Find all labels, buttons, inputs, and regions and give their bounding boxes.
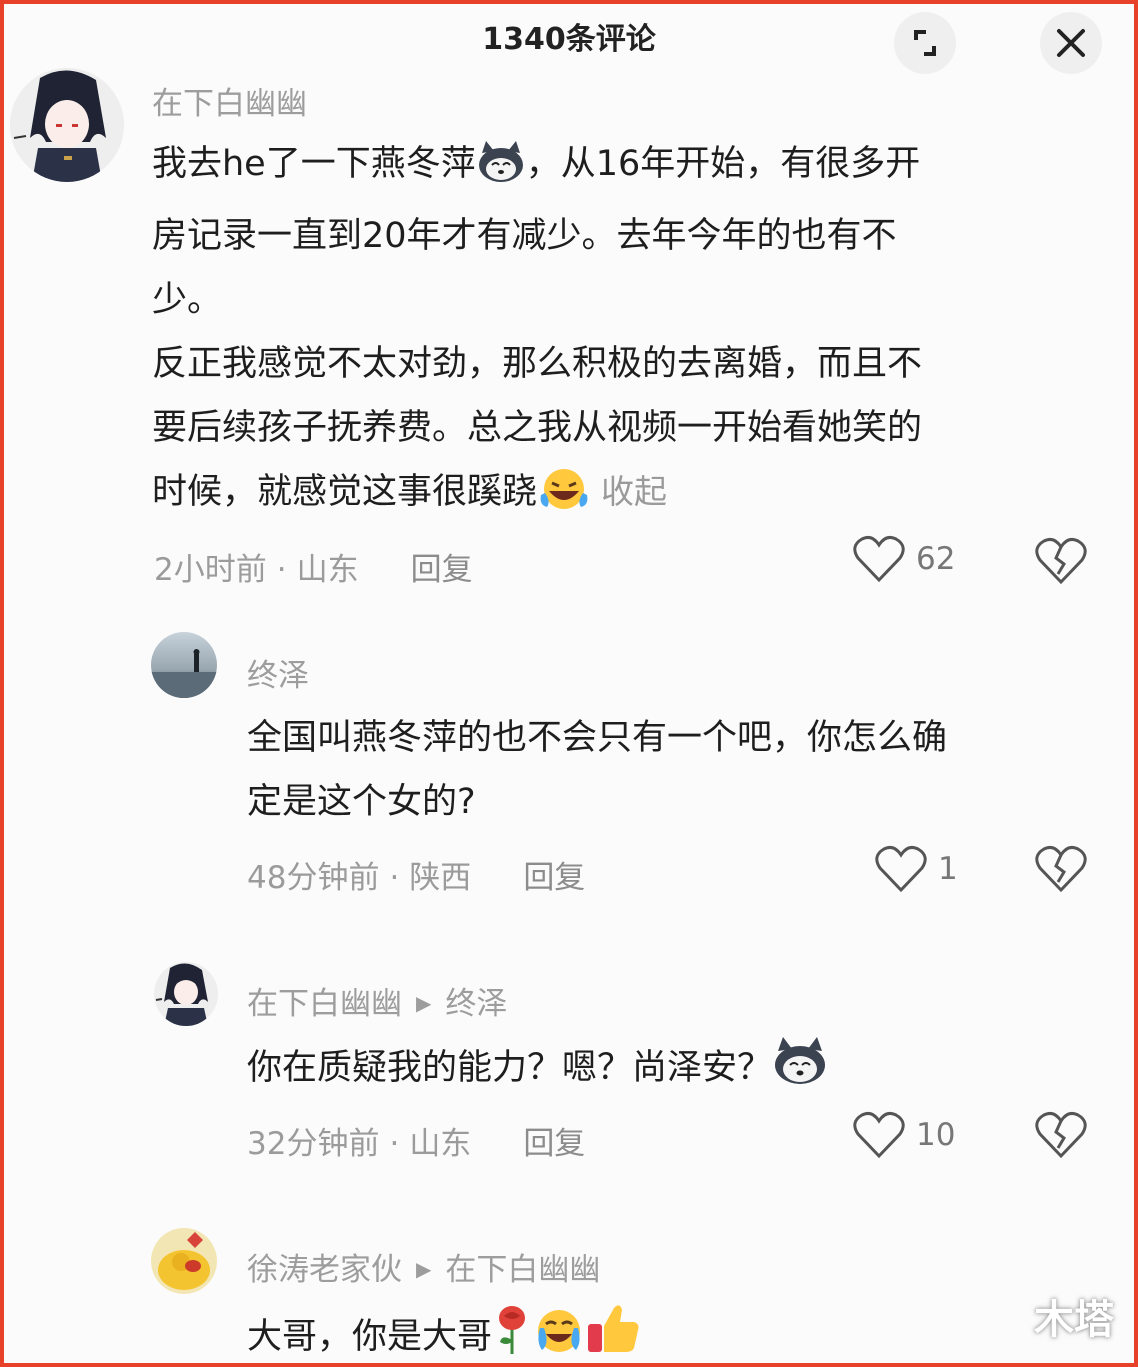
comment-time: 32分钟前 xyxy=(247,1126,380,1162)
separator-dot: · xyxy=(389,1126,400,1162)
heart-icon xyxy=(853,1112,905,1159)
comment-meta: 48分钟前 · 陕西 回复 xyxy=(247,852,585,897)
separator-dot: · xyxy=(389,860,400,896)
comment-text: 我去he了一下燕冬萍 ，从16年开始，有很多开 房记录一直到20年才有减少。去年… xyxy=(152,132,1102,532)
comment-text: 全国叫燕冬萍的也不会只有一个吧，你怎么确 定是这个女的? xyxy=(247,706,1107,834)
avatar[interactable] xyxy=(151,632,217,698)
comment-text-line: 房记录一直到20年才有减少。去年今年的也有不 xyxy=(152,216,897,256)
thumbs-up-emoji-icon xyxy=(586,1300,642,1363)
husky-emoji-icon xyxy=(772,1037,828,1108)
broken-heart-icon xyxy=(1035,846,1087,893)
comment-time: 2小时前 xyxy=(154,552,267,588)
separator-dot: · xyxy=(276,552,287,588)
dislike-button[interactable] xyxy=(1034,1110,1088,1164)
reply-button[interactable]: 回复 xyxy=(411,552,473,588)
watermark: 木塔 xyxy=(1034,1297,1114,1343)
like-count: 62 xyxy=(916,541,956,577)
laughing-tears-emoji-icon xyxy=(537,465,591,532)
comments-count-title: 1340条评论 xyxy=(482,22,656,57)
comment-text: 你在质疑我的能力？嗯？尚泽安？ xyxy=(247,1036,1107,1108)
comment-text-line: 反正我感觉不太对劲，那么积极的去离婚，而且不 xyxy=(152,344,923,384)
dislike-button[interactable] xyxy=(1034,536,1088,590)
collapse-link[interactable]: 收起 xyxy=(601,472,667,511)
comment-username[interactable]: 在下白幽幽 xyxy=(152,78,307,123)
dislike-button[interactable] xyxy=(1034,844,1088,898)
like-count: 10 xyxy=(916,1117,956,1153)
broken-heart-icon xyxy=(1035,1112,1087,1159)
avatar[interactable] xyxy=(10,68,124,182)
comment-meta: 32分钟前 · 山东 回复 xyxy=(247,1118,585,1163)
reply-target[interactable]: 终泽 xyxy=(445,986,507,1022)
comment-username[interactable]: 终泽 xyxy=(247,650,309,695)
comment-username: 徐涛老家伙 ▶ 在下白幽幽 xyxy=(247,1244,600,1289)
heart-icon xyxy=(875,846,927,893)
rose-emoji-icon xyxy=(492,1304,532,1363)
comment-text-line: ，从16年开始，有很多开 xyxy=(525,144,921,184)
comment-text-line: 定是这个女的? xyxy=(247,782,476,822)
expand-icon xyxy=(914,30,936,56)
close-button[interactable] xyxy=(1040,12,1102,74)
like-button[interactable]: 62 xyxy=(852,534,955,584)
crying-laughing-emoji-icon xyxy=(532,1306,586,1363)
avatar[interactable] xyxy=(151,1228,217,1294)
comments-panel: 1340条评论 在下白幽幽 我去he了一下燕冬萍 ，从16年开始，有很多开 房记… xyxy=(4,4,1134,1363)
reply-button[interactable]: 回复 xyxy=(523,860,585,896)
expand-button[interactable] xyxy=(894,12,956,74)
comment-text: 大哥，你是大哥 xyxy=(247,1300,1107,1363)
comment-meta: 2小时前 · 山东 回复 xyxy=(154,544,473,589)
comment-location: 山东 xyxy=(409,1126,472,1162)
reply-author[interactable]: 徐涛老家伙 xyxy=(247,1252,402,1288)
comment-text-line: 大哥，你是大哥 xyxy=(247,1317,493,1357)
comment-username: 在下白幽幽 ▶ 终泽 xyxy=(247,978,507,1023)
comment-location: 山东 xyxy=(296,552,359,588)
like-count: 1 xyxy=(938,851,958,887)
like-button[interactable]: 10 xyxy=(852,1110,955,1160)
comment-text-line: 要后续孩子抚养费。总之我从视频一开始看她笑的 xyxy=(152,408,923,448)
close-icon xyxy=(1057,29,1085,57)
heart-icon xyxy=(853,536,905,583)
like-button[interactable]: 1 xyxy=(874,844,958,894)
reply-target[interactable]: 在下白幽幽 xyxy=(445,1252,600,1288)
reply-button[interactable]: 回复 xyxy=(523,1126,585,1162)
comment-time: 48分钟前 xyxy=(247,860,380,896)
husky-emoji-icon xyxy=(476,140,526,204)
comment-location: 陕西 xyxy=(409,860,472,896)
reply-author[interactable]: 在下白幽幽 xyxy=(247,986,402,1022)
comment-text-line: 少。 xyxy=(152,280,223,320)
avatar[interactable] xyxy=(154,962,218,1026)
comment-text-line: 时候，就感觉这事很蹊跷 xyxy=(152,472,538,512)
reply-arrow-icon: ▶ xyxy=(416,1257,432,1281)
comment-text-line: 你在质疑我的能力？嗯？尚泽安？ xyxy=(247,1048,773,1088)
comment-text-line: 我去he了一下燕冬萍 xyxy=(152,144,476,184)
reply-arrow-icon: ▶ xyxy=(416,991,432,1015)
comment-text-line: 全国叫燕冬萍的也不会只有一个吧，你怎么确 xyxy=(247,718,948,758)
broken-heart-icon xyxy=(1035,538,1087,585)
